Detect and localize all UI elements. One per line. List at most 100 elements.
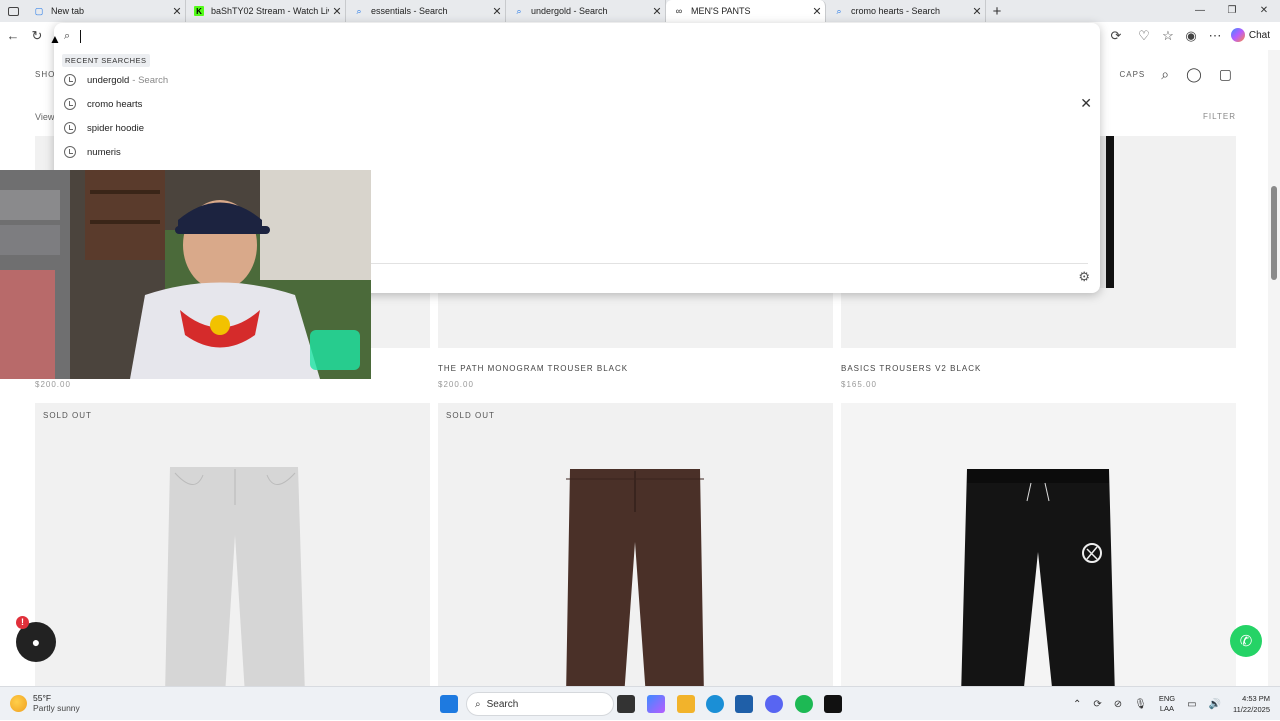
volume-icon[interactable]: 🔊 <box>1209 699 1221 710</box>
history-icon <box>64 98 76 110</box>
cart-icon[interactable]: ▢ <box>1219 66 1233 83</box>
tab-title: essentials - Search <box>371 6 448 16</box>
page-scrollbar[interactable] <box>1268 50 1280 686</box>
clock-time: 4:53 PM <box>1242 694 1270 703</box>
account-icon[interactable]: ◯ <box>1186 66 1203 83</box>
webcam-overlay <box>0 170 371 379</box>
suggestion-item[interactable]: spider hoodie <box>54 116 1100 140</box>
suggestion-item[interactable]: cromo hearts <box>54 92 1100 116</box>
refresh-icon[interactable]: ↻ <box>29 28 45 44</box>
tab-title: cromo hearts - Search <box>851 6 941 16</box>
suggestion-item[interactable]: numeris <box>54 140 1100 164</box>
product-image <box>165 467 305 686</box>
profile-avatar-icon[interactable]: ◉ <box>1183 28 1199 44</box>
edge-icon[interactable] <box>706 695 724 713</box>
task-view-icon[interactable] <box>617 695 635 713</box>
favorites-icon[interactable]: ☆ <box>1160 28 1176 44</box>
chat-notification-badge: ! <box>16 616 29 629</box>
product-price: $165.00 <box>841 380 877 389</box>
language-indicator[interactable]: ENG LAA <box>1159 694 1175 714</box>
weather-widget[interactable]: 55°F Partly sunny <box>10 693 80 713</box>
product-image <box>566 469 704 686</box>
product-card[interactable]: SOLD OUT <box>35 403 430 686</box>
weather-desc: Partly sunny <box>33 703 80 713</box>
close-icon[interactable]: ✕ <box>1080 95 1092 112</box>
spotify-icon[interactable] <box>795 695 813 713</box>
copilot-app-icon[interactable] <box>647 695 665 713</box>
product-card[interactable]: SOLD OUT <box>438 403 833 686</box>
more-menu-icon[interactable]: ⋯ <box>1207 28 1223 44</box>
nav-caps-link[interactable]: CAPS <box>1119 70 1145 79</box>
tab-kick-stream[interactable]: K baShTY02 Stream - Watch Live on ✕ <box>186 0 346 22</box>
product-card[interactable] <box>841 403 1236 686</box>
tab-new-tab[interactable]: ▢ New tab ✕ <box>26 0 186 22</box>
history-icon <box>64 74 76 86</box>
whatsapp-button[interactable]: ✆ <box>1230 625 1262 657</box>
sold-out-badge: SOLD OUT <box>43 411 92 420</box>
history-icon <box>64 146 76 158</box>
clock-date: 11/22/2025 <box>1233 705 1270 714</box>
display-icon[interactable]: ▭ <box>1187 699 1196 710</box>
discord-icon[interactable] <box>765 695 783 713</box>
view-toggle-label[interactable]: View <box>35 112 54 122</box>
search-icon: ⌕ <box>356 5 362 16</box>
close-tab-icon[interactable]: ✕ <box>649 5 665 18</box>
start-icon[interactable] <box>440 695 458 713</box>
extensions-icon[interactable]: ⟳ <box>1108 28 1124 44</box>
suggestion-item[interactable]: undergold - Search <box>54 68 1100 92</box>
tab-essentials-search[interactable]: ⌕ essentials - Search ✕ <box>346 0 506 22</box>
product-name[interactable]: THE PATH MONOGRAM TROUSER BLACK <box>438 364 628 373</box>
close-tab-icon[interactable]: ✕ <box>329 5 345 18</box>
tab-title: New tab <box>51 6 85 16</box>
taskbar-search-label: Search <box>486 698 519 710</box>
network-icon[interactable]: ⊘ <box>1114 699 1122 710</box>
back-icon[interactable]: ← <box>5 28 21 43</box>
site-icon: ∞ <box>675 6 683 16</box>
address-bar[interactable]: ⌕ <box>54 23 1100 49</box>
clock[interactable]: 4:53 PM 11/22/2025 <box>1233 693 1270 715</box>
tab-actions-icon[interactable] <box>0 0 26 22</box>
copilot-icon <box>1230 28 1245 42</box>
suggestion-text: undergold <box>87 74 130 86</box>
store-icon[interactable] <box>735 695 753 713</box>
close-tab-icon[interactable]: ✕ <box>169 5 185 18</box>
search-icon[interactable]: ⌕ <box>1161 66 1170 83</box>
kick-icon: K <box>194 6 204 16</box>
search-icon: ⌕ <box>475 698 481 710</box>
tab-cromo-hearts-search[interactable]: ⌕ cromo hearts - Search ✕ <box>826 0 986 22</box>
microphone-icon[interactable]: 🎙 <box>1134 699 1147 710</box>
product-name[interactable]: BASICS TROUSERS V2 BLACK <box>841 364 981 373</box>
search-icon: ⌕ <box>836 5 842 16</box>
sync-icon[interactable]: ⟳ <box>1093 699 1101 710</box>
restore-icon[interactable]: ❐ <box>1216 0 1248 22</box>
scrollbar-thumb[interactable] <box>1271 186 1277 280</box>
tab-mens-pants[interactable]: ∞ MEN'S PANTS ✕ <box>666 0 826 22</box>
header-actions: CAPS ⌕ ◯ ▢ <box>1119 66 1233 83</box>
gear-icon[interactable]: ⚙ <box>1078 269 1090 285</box>
close-tab-icon[interactable]: ✕ <box>489 5 505 18</box>
chevron-up-icon[interactable]: ⌃ <box>1073 699 1081 710</box>
file-explorer-icon[interactable] <box>677 695 695 713</box>
minimize-icon[interactable]: — <box>1184 0 1216 22</box>
close-tab-icon[interactable]: ✕ <box>969 5 985 18</box>
close-window-icon[interactable]: ✕ <box>1248 0 1280 22</box>
tab-title: undergold - Search <box>531 6 608 16</box>
browser-essentials-icon[interactable]: ♡ <box>1136 28 1152 44</box>
weather-temp: 55°F <box>33 693 52 703</box>
taskbar-search[interactable]: ⌕ Search <box>466 692 614 716</box>
mouse-cursor-icon: ▲ <box>49 32 61 46</box>
tab-undergold-search[interactable]: ⌕ undergold - Search ✕ <box>506 0 666 22</box>
window-controls: — ❐ ✕ <box>1184 0 1280 22</box>
product-price: $200.00 <box>438 380 474 389</box>
nav-shop-link[interactable]: SHO <box>35 70 55 79</box>
close-tab-icon[interactable]: ✕ <box>809 5 825 18</box>
tab-title: baShTY02 Stream - Watch Live on <box>211 6 329 16</box>
app-icon[interactable] <box>824 695 842 713</box>
weather-sun-icon <box>10 694 27 712</box>
search-icon: ⌕ <box>64 29 71 42</box>
filter-button[interactable]: FILTER <box>1203 112 1236 121</box>
search-icon: ⌕ <box>516 5 522 16</box>
product-price: $200.00 <box>35 380 71 389</box>
copilot-chat-button[interactable]: Chat <box>1230 28 1270 42</box>
new-tab-button[interactable]: + <box>986 3 1008 20</box>
